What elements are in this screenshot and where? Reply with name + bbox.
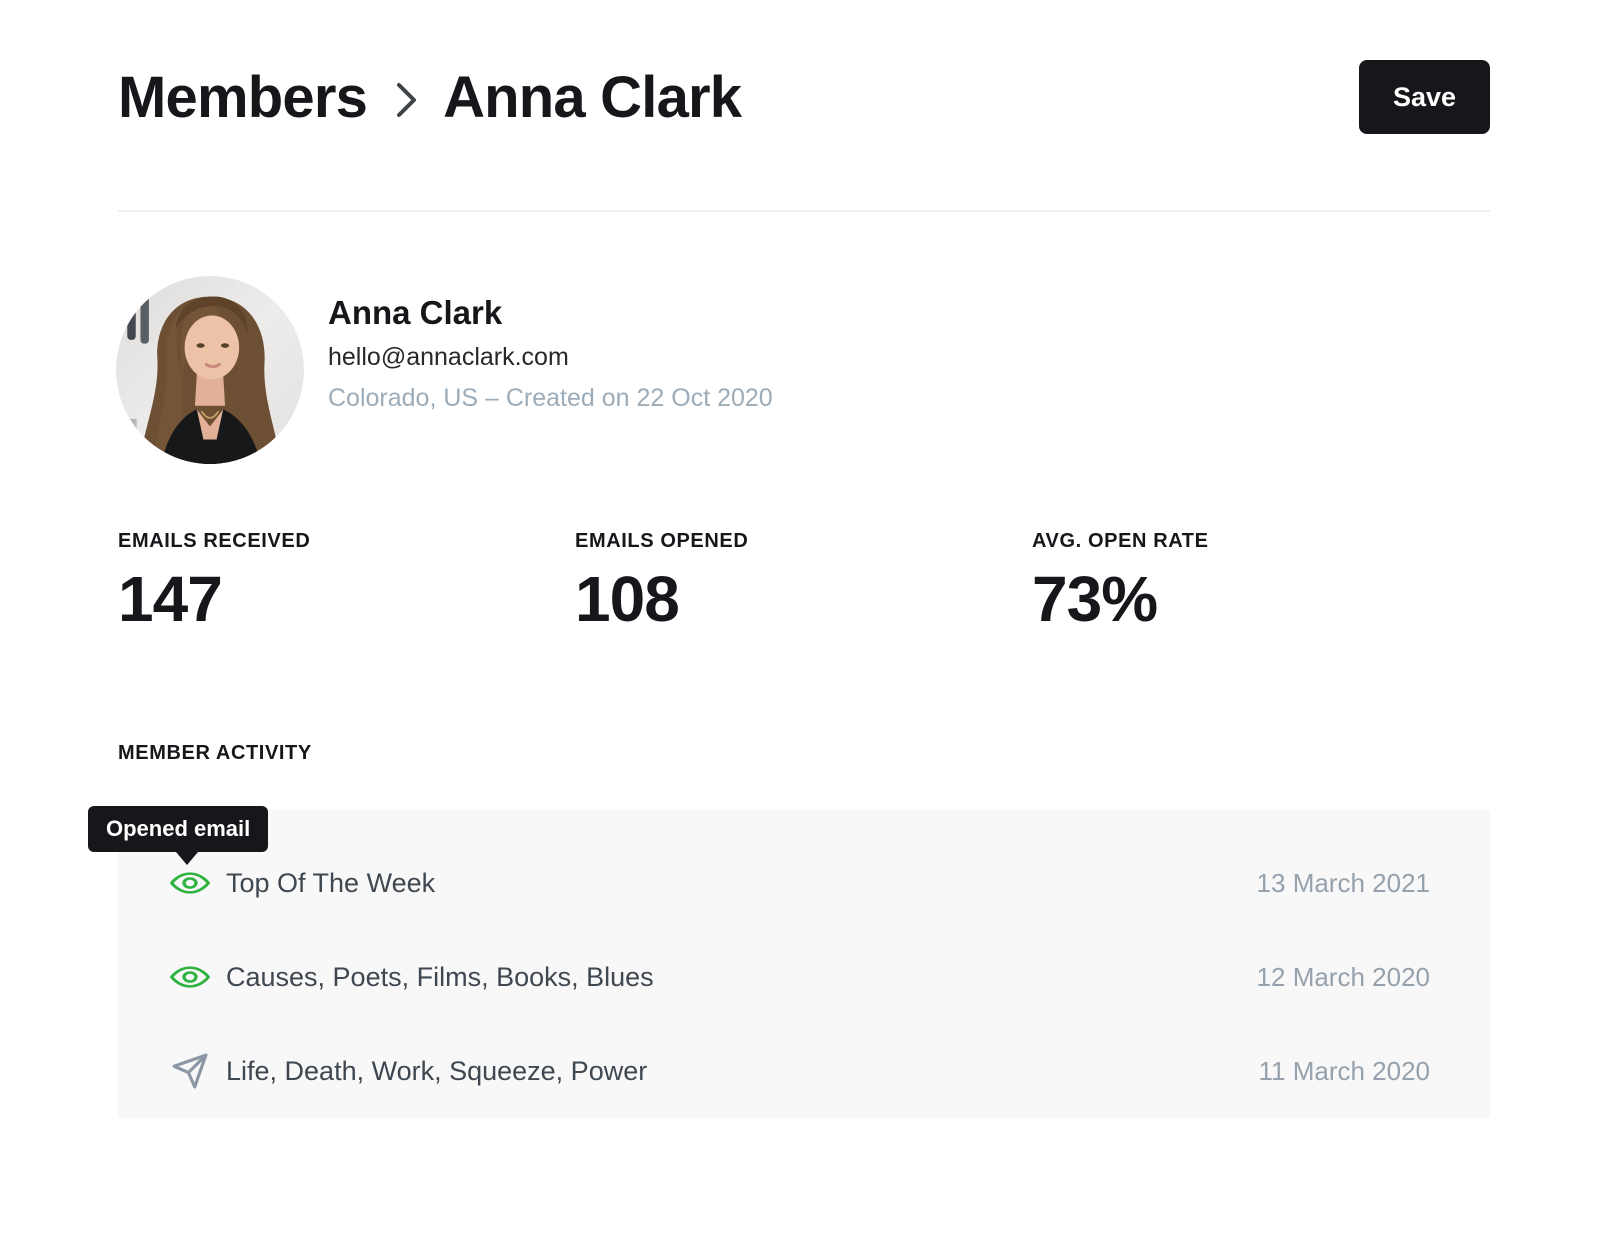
- activity-date: 11 March 2020: [1258, 1056, 1430, 1087]
- stat-value: 108: [575, 563, 1032, 635]
- stat-emails-opened: EMAILS OPENED 108: [575, 530, 1032, 635]
- save-button[interactable]: Save: [1359, 60, 1490, 134]
- stat-label: EMAILS RECEIVED: [118, 530, 575, 553]
- breadcrumb-members-link[interactable]: Members: [118, 64, 367, 131]
- page-title: Anna Clark: [443, 64, 741, 131]
- activity-row: Life, Death, Work, Squeeze, Power 11 Mar…: [118, 1024, 1490, 1118]
- header-divider: [118, 210, 1490, 212]
- page-header: Members Anna Clark Save: [118, 60, 1490, 134]
- activity-date: 13 March 2021: [1257, 868, 1430, 899]
- member-detail-page: { "header": { "breadcrumb_root": "Member…: [0, 0, 1600, 1260]
- activity-email-title[interactable]: Top Of The Week: [226, 868, 435, 899]
- avatar-image: [116, 276, 304, 464]
- activity-email-title[interactable]: Causes, Poets, Films, Books, Blues: [226, 962, 654, 993]
- avatar: [116, 276, 304, 464]
- profile-info: Anna Clark hello@annaclark.com Colorado,…: [328, 276, 773, 464]
- opened-email-tooltip: Opened email: [88, 806, 268, 852]
- activity-email-title[interactable]: Life, Death, Work, Squeeze, Power: [226, 1056, 647, 1087]
- stat-value: 147: [118, 563, 575, 635]
- member-email: hello@annaclark.com: [328, 338, 773, 376]
- activity-row: Top Of The Week 13 March 2021: [118, 836, 1490, 930]
- eye-icon: [170, 962, 210, 992]
- member-name: Anna Clark: [328, 292, 773, 334]
- send-icon: [170, 1052, 210, 1090]
- member-profile: Anna Clark hello@annaclark.com Colorado,…: [116, 276, 773, 464]
- activity-row: Causes, Poets, Films, Books, Blues 12 Ma…: [118, 930, 1490, 1024]
- stat-label: AVG. OPEN RATE: [1032, 530, 1489, 553]
- member-stats: EMAILS RECEIVED 147 EMAILS OPENED 108 AV…: [118, 530, 1489, 635]
- stat-label: EMAILS OPENED: [575, 530, 1032, 553]
- chevron-right-icon: [393, 80, 419, 120]
- activity-date: 12 March 2020: [1257, 962, 1430, 993]
- breadcrumb: Members Anna Clark: [118, 64, 741, 131]
- member-activity-heading: MEMBER ACTIVITY: [118, 742, 312, 765]
- stat-avg-open-rate: AVG. OPEN RATE 73%: [1032, 530, 1489, 635]
- activity-list: Top Of The Week 13 March 2021 Causes, Po…: [118, 810, 1490, 1118]
- eye-icon: [170, 868, 210, 898]
- member-meta: Colorado, US – Created on 22 Oct 2020: [328, 378, 773, 418]
- stat-emails-received: EMAILS RECEIVED 147: [118, 530, 575, 635]
- stat-value: 73%: [1032, 563, 1489, 635]
